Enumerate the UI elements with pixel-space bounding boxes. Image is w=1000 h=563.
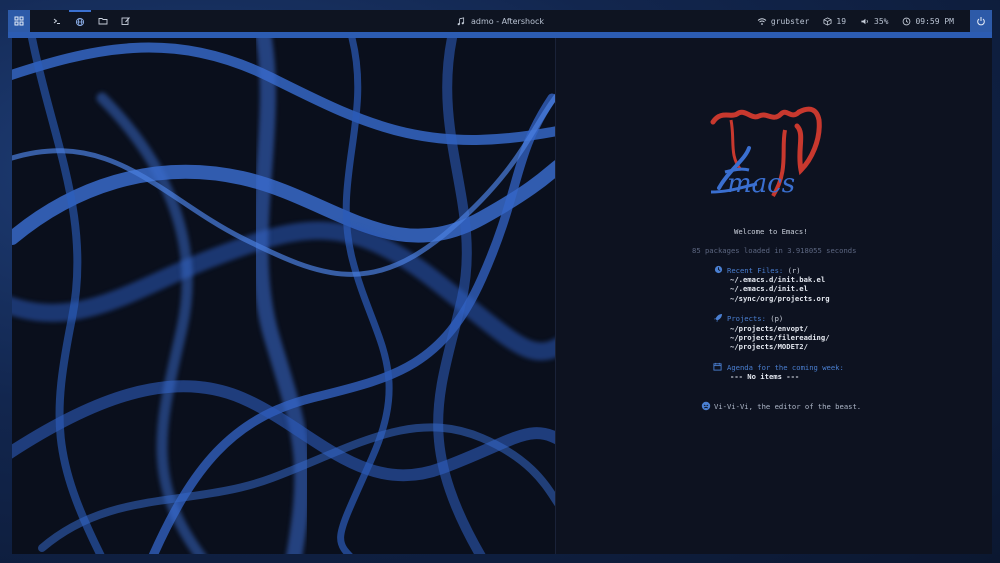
projects-title: Projects: xyxy=(727,314,766,323)
evil-icon xyxy=(701,401,711,411)
volume-level: 35% xyxy=(874,16,889,26)
agenda-title[interactable]: Agenda for the coming week: xyxy=(727,363,844,372)
abstract-ribbons-image xyxy=(12,38,555,554)
clock[interactable]: 09:59 PM xyxy=(902,17,954,26)
recent-files-heading[interactable]: Recent Files: (r) xyxy=(727,266,801,275)
music-icon xyxy=(457,16,465,25)
svg-text:macs: macs xyxy=(727,169,795,199)
recent-files-key: (r) xyxy=(787,266,801,275)
emacs-dashboard-pane[interactable]: macs Welcome to Emacs! 85 packages loade… xyxy=(556,38,992,554)
media-title: admo - Aftershock xyxy=(470,16,544,26)
recent-icon xyxy=(714,265,723,274)
clock-icon xyxy=(903,17,911,25)
emacs-dashboard: macs Welcome to Emacs! 85 packages loade… xyxy=(556,38,992,554)
power-button[interactable] xyxy=(970,10,992,32)
network-name: grubster xyxy=(770,16,810,26)
package-icon xyxy=(823,16,832,26)
updates-status[interactable]: 19 xyxy=(823,17,846,26)
recent-file-item[interactable]: ~/.emacs.d/init.bak.el xyxy=(730,275,825,284)
projects-heading[interactable]: Projects: (p) xyxy=(727,314,783,323)
emacs-logo: macs xyxy=(710,106,822,199)
projects-key: (p) xyxy=(770,314,784,323)
agenda-empty: --- No items --- xyxy=(730,372,800,381)
wifi-icon xyxy=(757,17,767,25)
top-bar: admo - Aftershock grubster 19 35% 09:59 … xyxy=(8,10,992,32)
recent-files-title: Recent Files: xyxy=(727,266,784,275)
project-item[interactable]: ~/projects/MODET2/ xyxy=(730,342,808,351)
status-area: grubster 19 35% 09:59 PM xyxy=(757,10,954,32)
project-item[interactable]: ~/projects/envopt/ xyxy=(730,324,808,333)
packages-loaded: 85 packages loaded in 3.918055 seconds xyxy=(692,246,857,255)
clock-time: 09:59 PM xyxy=(915,16,954,26)
welcome-message: Welcome to Emacs! xyxy=(734,227,808,236)
recent-file-item[interactable]: ~/.emacs.d/init.el xyxy=(730,284,808,293)
network-status[interactable]: grubster xyxy=(757,16,810,26)
volume-icon xyxy=(861,18,868,24)
footer-quote: Vi-Vi-Vi, the editor of the beast. xyxy=(714,402,862,411)
calendar-icon xyxy=(713,362,722,371)
project-item[interactable]: ~/projects/filereading/ xyxy=(730,333,830,342)
volume-status[interactable]: 35% xyxy=(860,17,888,26)
updates-count: 19 xyxy=(836,16,847,26)
rocket-icon xyxy=(714,314,722,322)
power-icon xyxy=(977,17,985,26)
recent-file-item[interactable]: ~/sync/org/projects.org xyxy=(730,294,830,303)
image-viewer-pane[interactable] xyxy=(12,38,555,554)
